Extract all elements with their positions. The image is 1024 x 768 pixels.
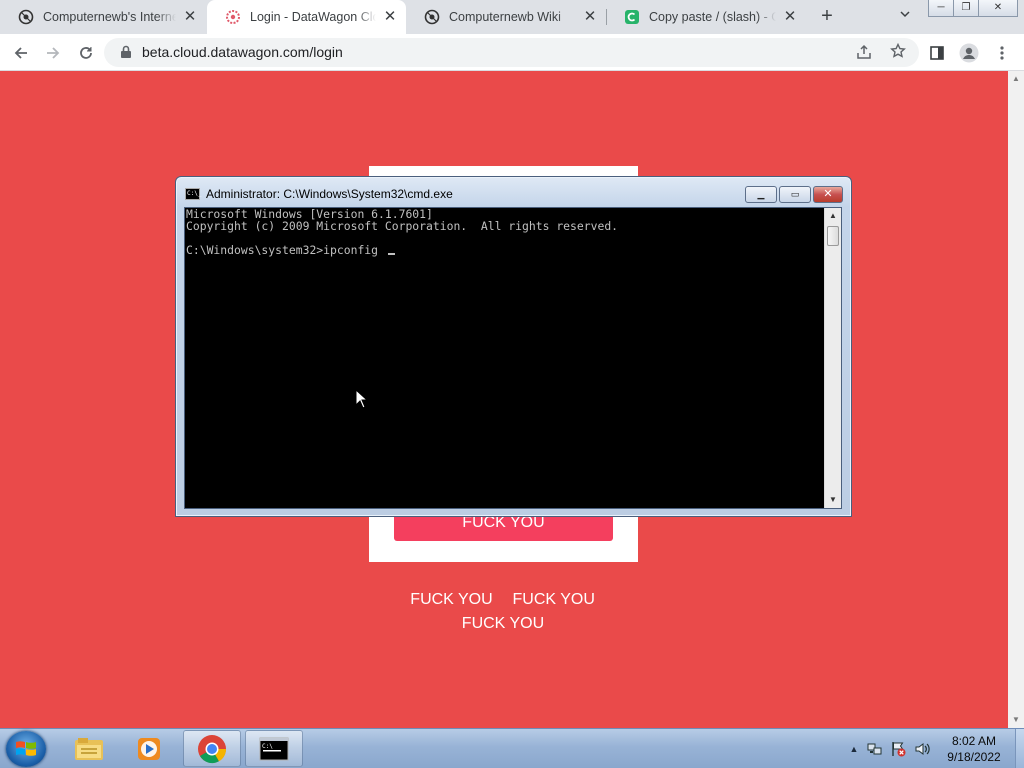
cmd-titlebar[interactable]: C:\_ Administrator: C:\Windows\System32\… <box>176 177 851 207</box>
tab-title: Login - DataWagon Cloud <box>250 10 376 24</box>
back-arrow-icon <box>14 47 27 59</box>
kebab-menu-icon <box>1000 46 1004 60</box>
tab-title: Copy paste / (slash) - Glyph <box>649 10 776 24</box>
back-button[interactable] <box>9 41 33 65</box>
taskbar: C:\ ▲ 8:02 AM 9/18/2022 <box>0 728 1024 768</box>
cmd-line: Copyright (c) 2009 Microsoft Corporation… <box>186 219 619 233</box>
clock-time: 8:02 AM <box>951 734 997 748</box>
new-tab-button[interactable]: + <box>816 6 838 28</box>
volume-icon[interactable] <box>914 741 930 757</box>
lock-icon[interactable] <box>120 45 132 62</box>
tab-datawagon-login[interactable]: Login - DataWagon Cloud ✕ <box>207 0 406 34</box>
cmd-icon: C:\_ <box>185 188 201 200</box>
window-minimize-button[interactable]: ─ <box>928 0 954 17</box>
start-button[interactable] <box>6 731 46 767</box>
taskbar-media-player[interactable] <box>120 730 178 767</box>
show-desktop-button[interactable] <box>1015 729 1024 768</box>
footer-links: FUCK YOU FUCK YOU FUCK YOU <box>370 590 636 634</box>
scroll-up-arrow-icon[interactable]: ▲ <box>1012 74 1020 83</box>
cmd-maximize-button[interactable]: ▭ <box>779 186 811 203</box>
forward-button[interactable] <box>41 41 65 65</box>
computernewb-icon <box>18 9 34 25</box>
tab-close-icon[interactable]: ✕ <box>182 9 198 25</box>
action-center-flag-icon[interactable] <box>890 741 906 757</box>
side-panel-button[interactable] <box>925 41 949 65</box>
profile-avatar-icon <box>959 43 979 63</box>
cmd-scroll-thumb[interactable] <box>827 226 839 246</box>
footer-link[interactable]: FUCK YOU <box>410 590 492 610</box>
tab-title: Computernewb Wiki <box>449 10 561 24</box>
side-panel-icon <box>930 46 944 60</box>
tab-computernewb-wiki[interactable]: Computernewb Wiki ✕ <box>406 0 606 34</box>
footer-link[interactable]: FUCK YOU <box>462 614 544 634</box>
window-restore-button[interactable]: ❐ <box>953 0 979 17</box>
clock-date: 9/18/2022 <box>947 750 1001 764</box>
tab-close-icon[interactable]: ✕ <box>782 9 798 25</box>
show-hidden-icons-icon[interactable]: ▲ <box>846 741 862 757</box>
cmd-window[interactable]: C:\_ Administrator: C:\Windows\System32\… <box>175 176 852 517</box>
glyph-icon <box>624 9 640 25</box>
scroll-up-arrow-icon[interactable]: ▲ <box>829 211 837 220</box>
mouse-pointer-icon <box>355 388 369 412</box>
tab-close-icon[interactable]: ✕ <box>382 9 398 25</box>
windows-explorer-icon <box>75 737 103 760</box>
cmd-output: Microsoft Windows [Version 6.1.7601] Copy… <box>186 208 618 256</box>
reload-button[interactable] <box>74 41 98 65</box>
footer-link[interactable]: FUCK YOU <box>512 590 596 610</box>
taskbar-cmd[interactable]: C:\ <box>245 730 303 767</box>
scroll-down-arrow-icon[interactable]: ▼ <box>1012 715 1020 724</box>
taskbar-chrome[interactable] <box>183 730 241 767</box>
cmd-window-title: Administrator: C:\Windows\System32\cmd.e… <box>206 187 453 201</box>
tab-computernewb-internet[interactable]: Computernewb's Internet ✕ <box>0 0 206 34</box>
reload-icon <box>80 47 92 59</box>
tab-strip: Computernewb's Internet ✕ Login - DataWa… <box>0 0 1024 34</box>
share-icon[interactable] <box>856 44 872 63</box>
taskbar-windows-explorer[interactable] <box>60 730 118 767</box>
cmd-scrollbar[interactable]: ▲ ▼ <box>824 208 841 508</box>
svg-text:C:\: C:\ <box>262 743 273 750</box>
cmd-prompt-line: C:\Windows\system32>ipconfig <box>186 244 618 256</box>
address-bar[interactable]: beta.cloud.datawagon.com/login <box>104 38 919 67</box>
taskbar-clock[interactable]: 8:02 AM 9/18/2022 <box>935 733 1013 765</box>
cmd-icon: C:\ <box>259 737 289 760</box>
page-scrollbar[interactable]: ▲ ▼ <box>1008 71 1024 728</box>
computernewb-icon <box>424 9 440 25</box>
cmd-minimize-button[interactable]: ▁ <box>745 186 777 203</box>
tab-close-icon[interactable]: ✕ <box>582 9 598 25</box>
text-cursor <box>387 253 395 255</box>
cmd-close-button[interactable]: ✕ <box>813 186 843 203</box>
browser-toolbar: beta.cloud.datawagon.com/login <box>0 34 1024 71</box>
tab-copy-paste-glyph[interactable]: Copy paste / (slash) - Glyph ✕ <box>606 0 806 34</box>
bookmark-star-icon[interactable] <box>890 42 906 62</box>
forward-arrow-icon <box>47 47 60 59</box>
network-icon[interactable] <box>867 741 883 757</box>
scroll-down-arrow-icon[interactable]: ▼ <box>829 495 837 504</box>
tab-search-chevron-icon[interactable] <box>896 8 914 26</box>
windows-logo-icon <box>16 741 36 756</box>
profile-button[interactable] <box>957 41 981 65</box>
url-text[interactable]: beta.cloud.datawagon.com/login <box>142 44 343 60</box>
datawagon-icon <box>225 9 241 25</box>
chrome-icon <box>198 734 227 763</box>
tab-title: Computernewb's Internet <box>43 10 176 24</box>
cmd-console-area[interactable]: Microsoft Windows [Version 6.1.7601] Copy… <box>184 207 842 509</box>
media-player-icon <box>138 737 160 760</box>
cmd-line: C:\Windows\system32>ipconfig <box>186 243 385 257</box>
browser-menu-button[interactable] <box>990 41 1014 65</box>
window-close-button[interactable]: ✕ <box>978 0 1018 17</box>
